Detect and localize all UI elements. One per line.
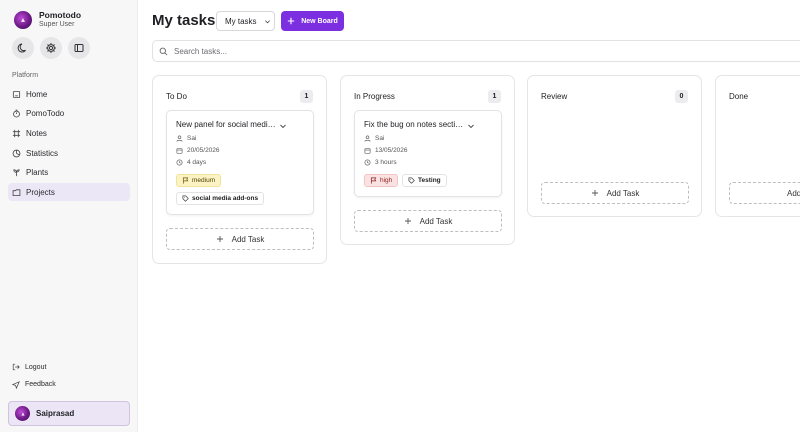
column-title: In Progress [354,92,395,101]
logout-icon [12,363,20,371]
column-count-badge: 1 [488,90,501,103]
task-tag: social media add-ons [176,192,265,205]
sidebar-item-plants[interactable]: Plants [8,164,130,182]
column-count-badge: 1 [300,90,313,103]
search-icon [159,47,168,55]
sidebar-item-projects[interactable]: Projects [8,183,130,202]
task-tag: Testing [402,174,447,187]
sidebar-item-label: PomoTodo [26,109,65,119]
add-task-button[interactable]: Add Task [541,182,689,204]
gear-icon [46,43,56,53]
task-date: 13/05/2026 [364,147,408,154]
task-assignee: Sai [176,135,196,142]
notes-icon [12,129,21,137]
add-task-button[interactable]: Add Task [729,182,800,204]
task-duration: 3 hours [364,159,397,166]
plus-icon [591,190,598,196]
logout-link[interactable]: Logout [8,359,130,375]
calendar-icon [364,148,371,154]
nav-section-label: Platform [12,72,39,79]
plus-icon [404,218,411,224]
user-role: Super User [39,21,75,28]
settings-button[interactable] [40,37,62,59]
app-brand[interactable]: Pomotodo Super User [14,10,81,29]
projects-icon [12,189,21,196]
task-title: New panel for social media add-ons [176,120,276,129]
tag-icon [408,177,415,184]
priority-badge: high [364,174,399,187]
sidebar-item-label: Notes [26,128,47,138]
sidebar-nav: Home PomoTodo Notes Statistics Plants Pr… [8,85,130,203]
home-icon [12,90,21,98]
sidebar-item-home[interactable]: Home [8,85,130,103]
user-name: Saiprasad [36,409,75,418]
sidebar-item-notes[interactable]: Notes [8,124,130,142]
logout-label: Logout [25,363,47,371]
search-input[interactable] [174,46,574,56]
statistics-icon [12,149,21,157]
board-select-value: My tasks [225,16,257,26]
column-count-badge: 0 [675,90,688,103]
chevron-down-icon[interactable] [279,122,287,130]
panel-icon [74,44,84,52]
column-done: Done Add Task [715,75,800,217]
theme-toggle-button[interactable] [12,37,34,59]
app-name: Pomotodo [39,10,82,20]
task-date: 20/05/2026 [176,147,220,154]
avatar [15,406,30,421]
tag-icon [182,195,189,202]
feedback-link[interactable]: Feedback [8,377,130,393]
plus-icon [288,17,295,25]
task-assignee: Sai [364,135,384,142]
user-menu[interactable]: Saiprasad [8,401,130,426]
task-title: Fix the bug on notes section [364,120,464,129]
column-in-progress: In Progress 1 Fix the bug on notes secti… [340,75,515,245]
sidebar-item-pomotodo[interactable]: PomoTodo [8,105,130,123]
new-board-button[interactable]: New Board [281,11,344,31]
sidebar-item-label: Statistics [26,148,59,158]
column-review: Review 0 Add Task [527,75,702,217]
app-logo-icon [14,10,32,29]
task-duration: 4 days [176,159,206,166]
moon-icon [17,43,26,53]
add-task-button[interactable]: Add Task [166,228,314,250]
new-board-label: New Board [301,17,338,25]
plus-icon [216,236,223,242]
plant-icon [13,169,20,177]
sidebar-item-label: Projects [26,187,55,197]
calendar-icon [176,148,183,154]
sidebar: Pomotodo Super User Platform Home PomoTo… [0,0,138,432]
search-bar [152,40,800,62]
sidebar-item-statistics[interactable]: Statistics [8,144,130,162]
column-title: To Do [166,92,187,101]
task-card[interactable]: New panel for social media add-ons Sai 2… [166,110,314,215]
page-title: My tasks [152,12,216,29]
user-icon [364,135,371,142]
flag-icon [370,177,377,184]
column-to-do: To Do 1 New panel for social media add-o… [152,75,327,264]
sidebar-toggle-button[interactable] [68,37,90,59]
clock-icon [364,159,371,166]
task-card[interactable]: Fix the bug on notes section Sai 13/05/2… [354,110,502,197]
column-title: Done [729,92,749,101]
feedback-label: Feedback [25,381,56,388]
column-title: Review [541,92,568,101]
sidebar-item-label: Plants [26,168,49,178]
feedback-icon [12,380,20,389]
user-icon [176,135,183,142]
main-content: My tasks My tasks New Board To Do 1 New … [138,0,800,432]
add-task-button[interactable]: Add Task [354,210,502,232]
priority-badge: medium [176,174,222,187]
clock-icon [176,159,183,166]
sidebar-item-label: Home [26,89,48,99]
chevron-down-icon [265,20,270,24]
board-select[interactable]: My tasks [216,11,275,31]
flag-icon [182,177,189,184]
timer-icon [13,109,20,118]
chevron-down-icon[interactable] [467,122,475,130]
